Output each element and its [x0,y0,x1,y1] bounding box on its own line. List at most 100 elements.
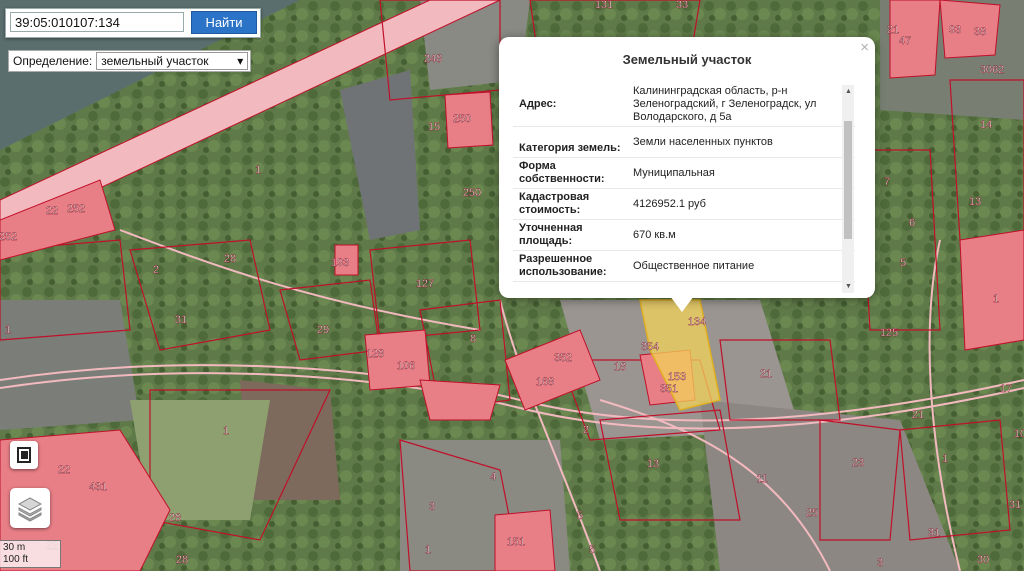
urban-area [0,300,140,430]
parcel-number-label: 38 [974,26,986,38]
info-row-permitted-use: Разрешенное использование: Общественное … [513,251,855,282]
scale-imperial: 100 ft [3,554,29,565]
parcel-number-label: 11 [756,473,767,485]
parcel-number-label: 168 [536,376,554,388]
popup-title: Земельный участок [622,52,752,67]
parcel-number-label: 22 [58,464,70,476]
parcel-number-label: 351 [660,383,678,395]
parcel-number-label: 128 [366,348,384,360]
parcel-number-label: 3062 [980,64,1004,76]
definition-label: Определение: [13,54,93,68]
parcel-number-label: 18 [614,361,626,373]
parcel-number-label: 2 [583,424,589,436]
bookmark-button[interactable] [10,441,38,469]
info-key: Разрешенное использование: [519,253,607,278]
info-key: Кадастровая стоимость: [519,191,590,216]
map-scale: 30 m 100 ft [0,540,61,568]
parcel-number-label: 13 [647,458,659,470]
parcel-number-label: 153 [668,371,686,383]
info-row-area: Уточненная площадь: 670 кв.м [513,220,855,251]
parcel-number-label: 33 [676,0,688,11]
parcel-number-label: 352 [554,352,572,364]
search-bar: Найти [5,8,261,38]
parcel-number-label: 31 [928,527,940,539]
scale-metric: 30 m [3,542,26,553]
parcel-number-label: 7 [884,176,890,188]
scroll-down-icon[interactable]: ▼ [845,283,852,290]
info-key: Уточненная площадь: [519,222,583,247]
popup-scrollbar[interactable]: ▲ ▼ [842,85,854,293]
layers-button[interactable] [10,488,50,528]
parcel-number-label: 354 [641,341,659,353]
parcel-number-label: 1 [425,544,431,556]
parcel-number-label: 10 [1014,428,1024,440]
search-button[interactable]: Найти [191,11,257,34]
parcel-number-label: 5 [900,257,906,269]
parcel-number-label: 193 [331,257,349,269]
parcel-number-label: 28 [169,512,181,524]
parcel-number-label: 250 [453,113,471,125]
parcel-number-label: 252 [67,203,85,215]
book-icon [17,447,31,463]
parcel-number-label: 13 [969,196,981,208]
parcel-number-label: 29 [317,324,329,336]
parcel-number-label: 31 [1009,499,1021,511]
info-value: Общественное питание [633,259,755,272]
parcel-number-label: 1 [255,164,261,176]
parcel-number-label: 22 [46,205,58,217]
parcel-number-label: 25 [806,507,818,519]
info-row-cadastral-value: Кадастровая стоимость: 4126952.1 руб [513,189,855,220]
definition-selected-value: земельный участок [101,54,209,68]
chevron-down-icon: ▾ [237,54,244,68]
info-row-category: Категория земель: Земли населенных пункт… [513,127,855,158]
info-row-address: Адрес: Калининградская область, р-н Зеле… [513,83,855,127]
parcel-number-label: 14 [980,119,992,131]
cadastral-number-input[interactable] [10,12,184,32]
parcel-number-label: 28 [176,554,188,566]
parcel-number-label: 21 [760,368,772,380]
parcel-number-label: 17 [1000,383,1012,395]
parcel-number-label: 15 [428,121,440,133]
parcel-number-label: 28 [224,253,236,265]
info-value: Муниципальная [633,166,715,179]
parcel-number-label: 1 [942,453,948,465]
parcel-number-label: 250 [463,187,481,199]
parcel-number-label: 1 [993,293,999,305]
layers-icon [17,497,43,522]
scroll-up-icon[interactable]: ▲ [845,88,852,95]
parcel-number-label: 131 [595,0,613,11]
parcel-number-label: 3 [877,557,883,569]
parcel-number-label: 151 [507,536,525,548]
parcel-number-label: 23 [852,457,864,469]
parcel-number-label: 3 [429,501,435,513]
info-row-ownership: Форма собственности: Муниципальная [513,158,855,189]
parcel-number-label: 47 [899,35,911,47]
parcel-number-label: 31 [175,314,187,326]
parcel-number-label: 8 [470,333,476,345]
parcel-number-label: 248 [424,53,442,65]
parcel-number-label: 4 [490,471,496,483]
parcel-info-popup: × Земельный участок Адрес: Калининградск… [499,37,875,298]
info-value: 4126952.1 руб [633,197,706,210]
parcel-number-label: 6 [909,217,915,229]
popup-pointer [670,296,694,312]
parcel-number-label: 252 [0,231,17,243]
parcel-number-label: 30 [977,554,989,566]
parcel-number-label: 1 [5,324,11,336]
info-value: Калининградская область, р-н Зеленоградс… [633,85,817,123]
scroll-thumb[interactable] [844,121,852,239]
info-key: Категория земель: [519,142,621,154]
parcel-number-label: 1 [223,425,229,437]
popup-body: Адрес: Калининградская область, р-н Зеле… [513,83,855,291]
info-key: Адрес: [519,98,557,110]
parcel-number-label: 134 [688,316,706,328]
parcel-number-label: 21 [887,24,899,36]
parcel-number-label: 125 [880,327,898,339]
info-key: Форма собственности: [519,160,605,185]
info-value: Земли населенных пунктов [633,135,773,148]
parcel-number-label: 431 [89,481,107,493]
definition-select[interactable]: земельный участок ▾ [96,52,249,70]
parcel-number-label: 5 [589,544,595,556]
info-value: 670 кв.м [633,228,676,241]
parcel-number-label: 21 [912,409,924,421]
